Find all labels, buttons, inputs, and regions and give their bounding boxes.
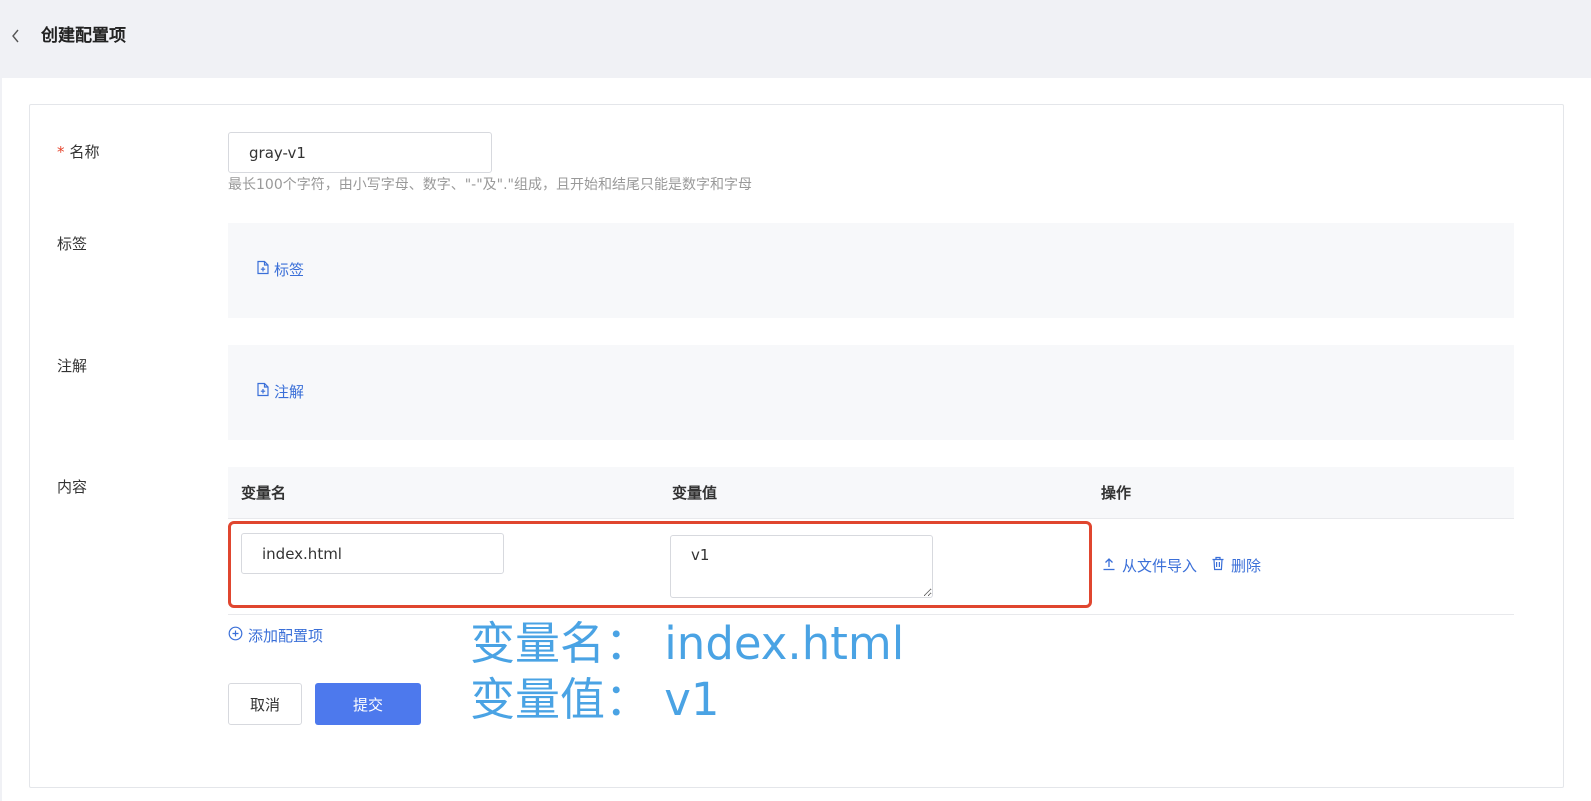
- annotations-panel: 注解: [228, 345, 1514, 440]
- variable-name-input[interactable]: [241, 533, 504, 574]
- labels-panel: 标签: [228, 223, 1514, 318]
- add-label-button[interactable]: 标签: [256, 260, 304, 280]
- cancel-button[interactable]: 取消: [228, 683, 302, 725]
- import-from-file-button[interactable]: 从文件导入: [1102, 555, 1197, 577]
- form-card: *名称 最长100个字符，由小写字母、数字、"-"及"."组成，且开始和结尾只能…: [29, 104, 1564, 788]
- upload-icon: [1102, 555, 1116, 577]
- chevron-left-icon[interactable]: [8, 26, 24, 46]
- plus-circle-icon: [228, 625, 243, 647]
- file-plus-icon: [256, 260, 270, 280]
- trash-icon: [1211, 555, 1225, 577]
- variable-value-textarea[interactable]: v1: [670, 535, 933, 598]
- add-config-item-label: 添加配置项: [248, 627, 324, 645]
- name-help-text: 最长100个字符，由小写字母、数字、"-"及"."组成，且开始和结尾只能是数字和…: [228, 177, 752, 193]
- page-title: 创建配置项: [41, 26, 126, 46]
- annotation-overlay: 变量名： index.html 变量值： v1: [470, 616, 904, 728]
- page-header: 创建配置项: [0, 0, 1591, 78]
- annotation-line-key: 变量名： index.html: [470, 617, 905, 670]
- name-input[interactable]: [228, 132, 492, 173]
- required-mark: *: [57, 143, 65, 161]
- annotations-label: 注解: [57, 357, 88, 375]
- submit-button[interactable]: 提交: [315, 683, 421, 725]
- content-label: 内容: [57, 478, 88, 496]
- labels-label: 标签: [57, 235, 88, 253]
- column-header-actions: 操作: [1101, 484, 1132, 502]
- page-body: *名称 最长100个字符，由小写字母、数字、"-"及"."组成，且开始和结尾只能…: [2, 78, 1591, 801]
- add-label-text: 标签: [274, 261, 305, 279]
- annotation-line-value: 变量值： v1: [470, 673, 720, 726]
- table-row: v1 从文件导入 删除: [228, 519, 1514, 615]
- delete-row-button[interactable]: 删除: [1211, 555, 1261, 577]
- file-plus-icon: [256, 382, 270, 402]
- add-config-item-button[interactable]: 添加配置项: [228, 625, 323, 647]
- add-annotation-text: 注解: [274, 383, 305, 401]
- table-header: 变量名 变量值 操作: [228, 467, 1514, 519]
- delete-row-label: 删除: [1231, 557, 1262, 575]
- import-from-file-label: 从文件导入: [1122, 557, 1198, 575]
- add-annotation-button[interactable]: 注解: [256, 382, 304, 402]
- name-label: * 名称: [57, 141, 100, 163]
- name-label-text: 名称: [69, 143, 100, 161]
- column-header-key: 变量名: [241, 484, 287, 502]
- column-header-value: 变量值: [672, 484, 718, 502]
- row-actions: 从文件导入 删除: [1102, 555, 1261, 577]
- config-table: 变量名 变量值 操作 v1 从文件导入: [228, 467, 1514, 616]
